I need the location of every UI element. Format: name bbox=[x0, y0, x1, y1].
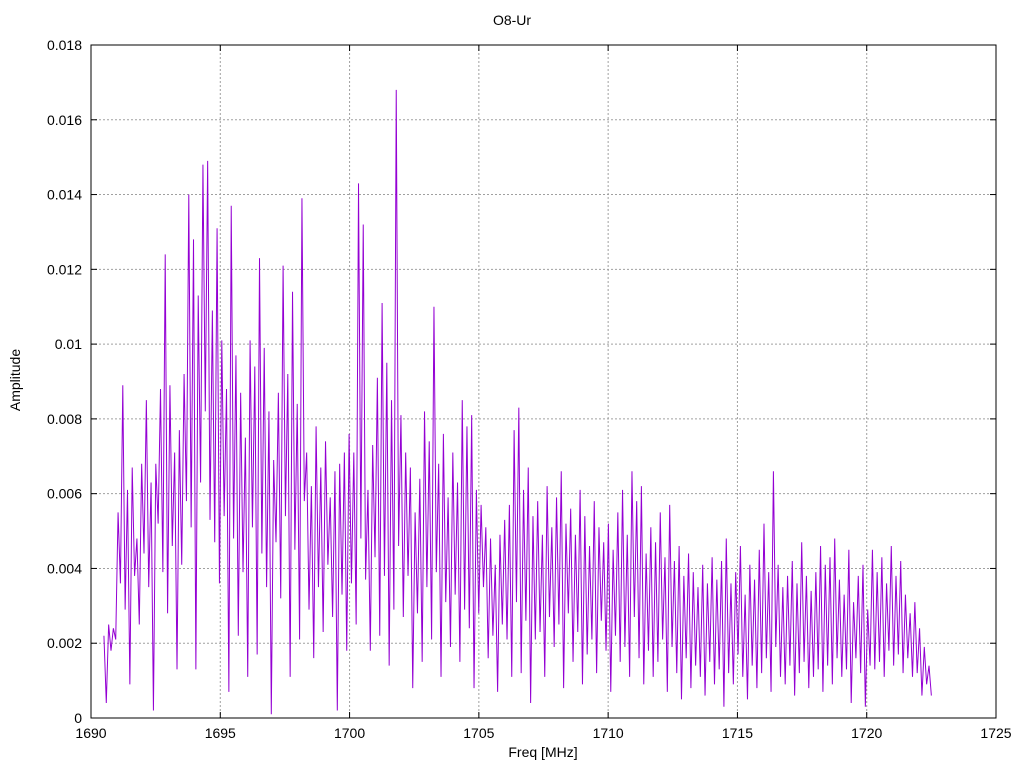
y-tick-label: 0 bbox=[74, 710, 82, 726]
x-tick-label: 1700 bbox=[334, 725, 365, 741]
x-tick-label: 1690 bbox=[75, 725, 106, 741]
series-layer bbox=[103, 89, 932, 715]
x-tick-label: 1715 bbox=[722, 725, 753, 741]
x-tick-label: 1705 bbox=[463, 725, 494, 741]
y-tick-label: 0.018 bbox=[47, 37, 82, 53]
y-tick-label: 0.002 bbox=[47, 635, 82, 651]
y-tick-label: 0.006 bbox=[47, 486, 82, 502]
x-tick-label: 1725 bbox=[980, 725, 1011, 741]
x-tick-label: 1695 bbox=[205, 725, 236, 741]
y-tick-label: 0.016 bbox=[47, 112, 82, 128]
y-tick-label: 0.004 bbox=[47, 560, 82, 576]
y-tick-label: 0.012 bbox=[47, 261, 82, 277]
y-tick-label: 0.01 bbox=[55, 336, 82, 352]
chart-plot: 1690 1695 1700 1705 1710 1715 1720 1725 0 0.002 0.… bbox=[47, 37, 1012, 741]
x-tick-label: 1720 bbox=[851, 725, 882, 741]
x-tick-label: 1710 bbox=[593, 725, 624, 741]
y-tick-label: 0.014 bbox=[47, 187, 82, 203]
series-line-0 bbox=[103, 89, 932, 715]
y-tick-label: 0.008 bbox=[47, 411, 82, 427]
